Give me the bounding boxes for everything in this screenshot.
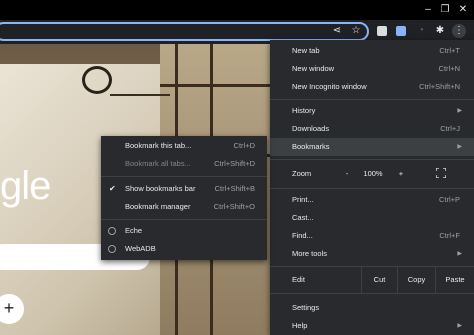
menu-divider <box>101 219 267 220</box>
paste-button[interactable]: Paste <box>435 267 474 293</box>
extensions-puzzle-icon[interactable]: ✱ <box>433 24 447 38</box>
menu-item-print[interactable]: Print... Ctrl+P <box>270 191 474 209</box>
submenu-arrow-icon: ▶ <box>457 323 462 329</box>
google-logo: gle <box>0 164 51 208</box>
chrome-menu: New tab Ctrl+T New window Ctrl+N New Inc… <box>270 40 474 335</box>
submenu-arrow-icon: ▶ <box>457 108 462 114</box>
chrome-menu-icon[interactable]: ⋮ <box>452 24 466 38</box>
globe-icon <box>108 227 116 235</box>
menu-item-new-window[interactable]: New window Ctrl+N <box>270 60 474 78</box>
menu-divider <box>270 188 474 189</box>
submenu-item-show-bookmarks-bar[interactable]: ✔ Show bookmarks bar Ctrl+Shift+B <box>101 181 267 197</box>
menu-item-settings[interactable]: Settings <box>270 299 474 317</box>
zoom-level: 100% <box>363 169 383 178</box>
menu-item-cast[interactable]: Cast... <box>270 209 474 227</box>
extension-icon[interactable] <box>377 26 387 36</box>
copy-button[interactable]: Copy <box>397 267 435 293</box>
bookmarks-submenu: Bookmark this tab... Ctrl+D Bookmark all… <box>101 136 267 260</box>
photo-beam <box>160 84 280 87</box>
menu-item-zoom: Zoom - 100% + <box>270 164 474 184</box>
submenu-item-bookmark-manager[interactable]: Bookmark manager Ctrl+Shift+O <box>101 199 267 215</box>
cut-button[interactable]: Cut <box>361 267 397 293</box>
menu-item-help[interactable]: Help ▶ <box>270 317 474 335</box>
share-icon[interactable]: ⋖ <box>330 24 344 38</box>
address-bar[interactable] <box>0 22 369 41</box>
close-icon[interactable]: ✕ <box>455 3 471 17</box>
menu-divider <box>270 99 474 100</box>
menu-item-edit: Edit Cut Copy Paste <box>270 267 474 293</box>
menu-divider <box>270 159 474 160</box>
menu-divider <box>270 293 474 294</box>
title-bar <box>0 0 474 20</box>
submenu-item-bookmark-all-tabs[interactable]: Bookmark all tabs... Ctrl+Shift+D <box>101 156 267 172</box>
checkmark-icon: ✔ <box>109 184 116 193</box>
maximize-icon[interactable]: ❐ <box>437 3 453 17</box>
globe-icon <box>108 245 116 253</box>
menu-item-new-incognito-window[interactable]: New Incognito window Ctrl+Shift+N <box>270 78 474 96</box>
extension-icon[interactable] <box>396 26 406 36</box>
minimize-icon[interactable]: – <box>420 3 436 17</box>
zoom-out-button[interactable]: - <box>340 164 354 184</box>
zoom-in-button[interactable]: + <box>394 164 408 184</box>
menu-item-downloads[interactable]: Downloads Ctrl+J <box>270 120 474 138</box>
bookmark-star-icon[interactable]: ☆ <box>349 24 363 38</box>
menu-item-find[interactable]: Find... Ctrl+F <box>270 227 474 245</box>
bookmark-item[interactable]: WebADB <box>101 241 267 257</box>
submenu-arrow-icon: ▶ <box>457 251 462 257</box>
menu-item-bookmarks[interactable]: Bookmarks ▶ <box>270 138 474 156</box>
submenu-item-bookmark-this-tab[interactable]: Bookmark this tab... Ctrl+D <box>101 138 267 154</box>
hanging-sign <box>82 66 112 94</box>
bookmark-item[interactable]: Eche <box>101 223 267 239</box>
extension-icon[interactable]: ◔ <box>414 24 428 38</box>
submenu-arrow-icon: ▶ <box>457 144 462 150</box>
menu-divider <box>101 176 267 177</box>
menu-item-new-tab[interactable]: New tab Ctrl+T <box>270 42 474 60</box>
sign-bracket <box>110 94 170 96</box>
fullscreen-icon[interactable] <box>436 168 446 178</box>
menu-item-history[interactable]: History ▶ <box>270 102 474 120</box>
menu-item-more-tools[interactable]: More tools ▶ <box>270 245 474 263</box>
